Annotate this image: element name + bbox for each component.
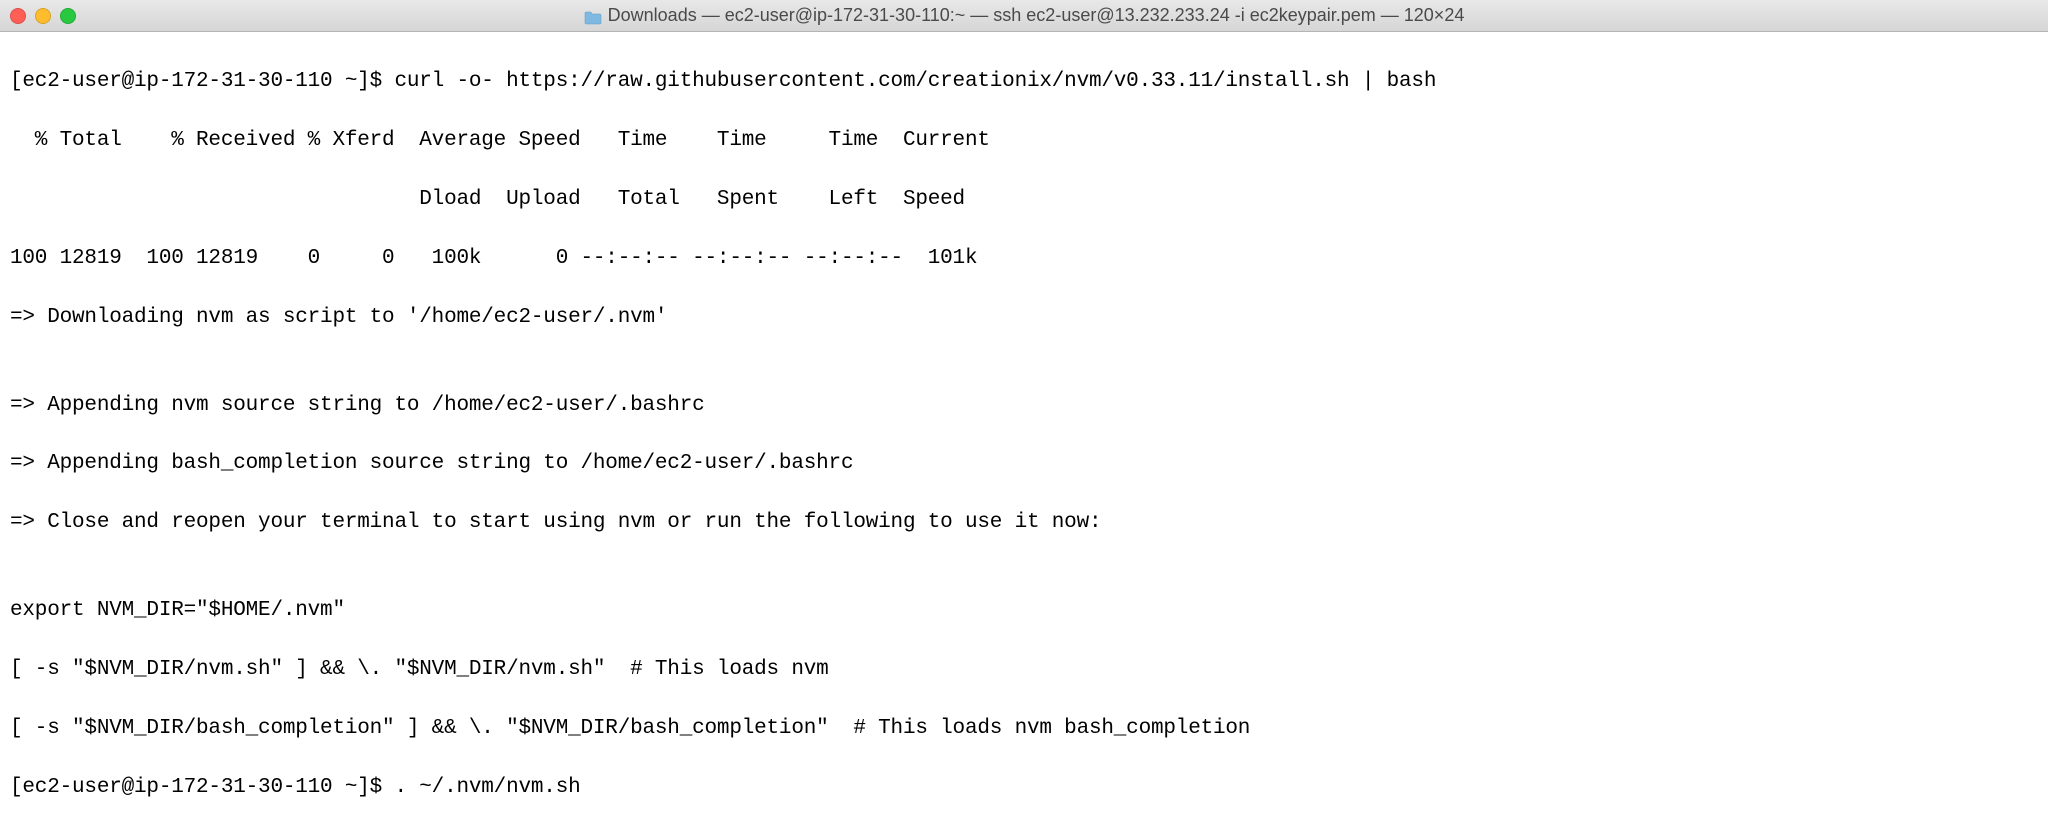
terminal-line: => Appending nvm source string to /home/… [10,391,2038,420]
window-title-wrap: Downloads — ec2-user@ip-172-31-30-110:~ … [0,5,2048,26]
window-title: Downloads — ec2-user@ip-172-31-30-110:~ … [608,5,1465,26]
terminal-output[interactable]: [ec2-user@ip-172-31-30-110 ~]$ curl -o- … [0,32,2048,838]
terminal-line: export NVM_DIR="$HOME/.nvm" [10,596,2038,625]
close-button[interactable] [10,8,26,24]
terminal-line: => Close and reopen your terminal to sta… [10,508,2038,537]
terminal-line: % Total % Received % Xferd Average Speed… [10,126,2038,155]
terminal-line: [ec2-user@ip-172-31-30-110 ~]$ curl -o- … [10,67,2038,96]
maximize-button[interactable] [60,8,76,24]
terminal-line: => Downloading nvm as script to '/home/e… [10,303,2038,332]
terminal-line: [ -s "$NVM_DIR/nvm.sh" ] && \. "$NVM_DIR… [10,655,2038,684]
window-titlebar: Downloads — ec2-user@ip-172-31-30-110:~ … [0,0,2048,32]
terminal-line: [ec2-user@ip-172-31-30-110 ~]$ . ~/.nvm/… [10,773,2038,802]
minimize-button[interactable] [35,8,51,24]
terminal-line: [ -s "$NVM_DIR/bash_completion" ] && \. … [10,714,2038,743]
folder-icon [584,9,602,23]
terminal-line: => Appending bash_completion source stri… [10,449,2038,478]
terminal-line: 100 12819 100 12819 0 0 100k 0 --:--:-- … [10,244,2038,273]
traffic-lights [10,8,76,24]
terminal-line: Dload Upload Total Spent Left Speed [10,185,2038,214]
